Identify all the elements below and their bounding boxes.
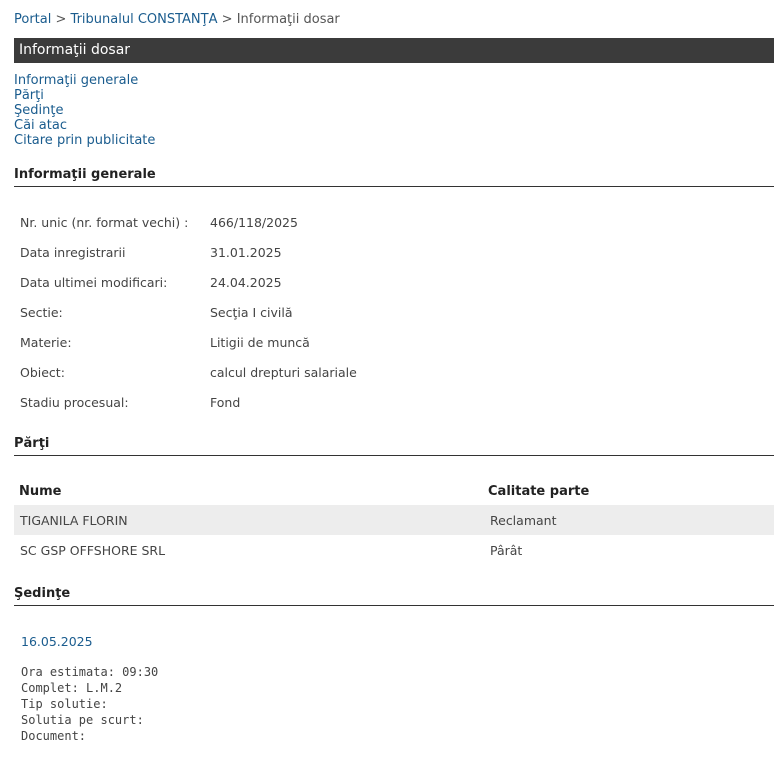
column-header-nume: Nume (19, 484, 62, 499)
table-header-row: Nume Calitate parte (14, 475, 774, 505)
info-value: Fond (210, 395, 241, 410)
info-value: calcul drepturi salariale (210, 365, 357, 380)
hearing-solution-summary: Solutia pe scurt: (21, 713, 144, 727)
breadcrumb-current: Informaţii dosar (236, 12, 340, 27)
breadcrumb: Portal > Tribunalul CONSTANŢA > Informaţ… (14, 12, 340, 27)
party-role: Pârât (490, 543, 523, 558)
party-name: SC GSP OFFSHORE SRL (20, 543, 166, 558)
party-name: TIGANILA FLORIN (20, 513, 128, 528)
nav-link-parti[interactable]: Părţi (14, 88, 155, 103)
hearing-date: 16.05.2025 (21, 634, 93, 649)
info-label: Stadiu procesual: (20, 395, 129, 410)
section-heading-informatii-generale: Informaţii generale (14, 167, 774, 187)
breadcrumb-separator: > (55, 12, 67, 27)
table-row: TIGANILA FLORIN Reclamant (14, 505, 774, 535)
section-heading-parti: Părţi (14, 436, 774, 456)
info-label: Obiect: (20, 365, 65, 380)
nav-link-informatii-generale[interactable]: Informaţii generale (14, 73, 155, 88)
column-header-calitate-parte: Calitate parte (488, 484, 590, 499)
info-value: 466/118/2025 (210, 215, 298, 230)
hearing-details: Ora estimata: 09:30 Complet: L.M.2 Tip s… (21, 664, 158, 744)
info-label: Nr. unic (nr. format vechi) : (20, 215, 189, 230)
info-value: 24.04.2025 (210, 275, 282, 290)
info-value: Litigii de muncă (210, 335, 310, 350)
breadcrumb-separator: > (221, 12, 233, 27)
info-label: Data inregistrarii (20, 245, 126, 260)
hearing-solution-type: Tip solutie: (21, 697, 108, 711)
parti-table: Nume Calitate parte TIGANILA FLORIN Recl… (14, 475, 774, 565)
party-role: Reclamant (490, 513, 557, 528)
page-title: Informaţii dosar (14, 38, 774, 63)
info-label: Data ultimei modificari: (20, 275, 168, 290)
hearing-document: Document: (21, 729, 87, 743)
table-row: SC GSP OFFSHORE SRL Pârât (14, 535, 774, 565)
info-label: Materie: (20, 335, 72, 350)
nav-link-citare-prin-publicitate[interactable]: Citare prin publicitate (14, 133, 155, 148)
nav-link-cai-atac[interactable]: Căi atac (14, 118, 155, 133)
breadcrumb-court-link[interactable]: Tribunalul CONSTANŢA (71, 12, 218, 27)
hearing-estimated-time: Ora estimata: 09:30 (21, 665, 159, 679)
hearing-panel: Complet: L.M.2 (21, 681, 123, 695)
page: Portal > Tribunalul CONSTANŢA > Informaţ… (0, 0, 784, 765)
section-heading-sedinte: Şedinţe (14, 586, 774, 606)
section-nav: Informaţii generale Părţi Şedinţe Căi at… (14, 73, 155, 148)
info-value: Secţia I civilă (210, 305, 293, 320)
nav-link-sedinte[interactable]: Şedinţe (14, 103, 155, 118)
breadcrumb-portal-link[interactable]: Portal (14, 12, 51, 27)
info-value: 31.01.2025 (210, 245, 282, 260)
info-label: Sectie: (20, 305, 63, 320)
